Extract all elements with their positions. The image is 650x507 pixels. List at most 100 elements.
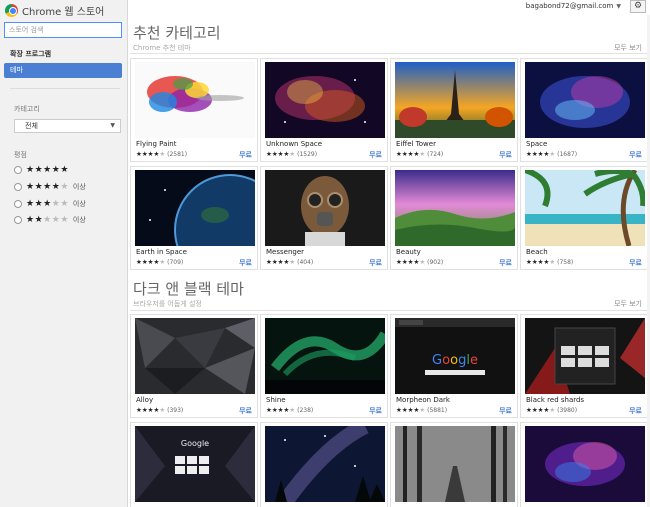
theme-name[interactable]: Alloy (136, 396, 153, 404)
search-input[interactable] (4, 22, 122, 38)
star-rating-icon: ★★★★★ (396, 150, 426, 158)
theme-thumbnail[interactable] (265, 170, 385, 246)
price-label[interactable]: 무료 (369, 406, 382, 416)
theme-thumbnail[interactable] (135, 170, 255, 246)
theme-name[interactable]: Messenger (266, 248, 304, 256)
theme-name[interactable]: Earth in Space (136, 248, 187, 256)
price-label[interactable]: 무료 (239, 150, 252, 160)
theme-rating: ★★★★★ (238) (266, 407, 313, 415)
rating-count: (404) (297, 259, 314, 266)
rating-label: 평점 (14, 151, 27, 159)
price-label[interactable]: 무료 (239, 406, 252, 416)
account-menu[interactable]: bagabond72@gmail.com ▼ (526, 2, 621, 10)
nav-item-extensions[interactable]: 확장 프로그램 (4, 47, 122, 62)
theme-card[interactable]: Google (130, 422, 258, 507)
rating-count: (1529) (297, 151, 318, 158)
theme-card[interactable] (520, 422, 648, 507)
theme-rating: ★★★★★ (709) (136, 258, 183, 267)
theme-thumbnail[interactable] (135, 62, 255, 138)
theme-name[interactable]: Beach (526, 248, 548, 256)
price-label[interactable]: 무료 (369, 258, 382, 268)
theme-rating: ★★★★★ (393) (136, 407, 184, 415)
price-label[interactable]: 무료 (629, 150, 642, 160)
chrome-logo-icon (5, 3, 18, 17)
theme-name[interactable]: Flying Paint (136, 140, 177, 148)
theme-rating: ★★★★★ (3980) (526, 407, 577, 415)
theme-card[interactable]: Black red shards ★★★★★ (3980) 무료 (520, 314, 648, 418)
star-rating-icon: ★★★★★ (266, 150, 296, 158)
theme-thumbnail[interactable]: Google (395, 318, 515, 394)
price-label[interactable]: 무료 (239, 258, 252, 268)
theme-card[interactable]: Messenger ★★★★★ (404) 무료 (260, 166, 388, 270)
rating-filter-option[interactable]: ★★★★★ 이상 (14, 181, 86, 193)
theme-rating: ★★★★★ (404) (266, 259, 314, 267)
theme-thumbnail[interactable] (265, 426, 385, 502)
theme-card[interactable]: Eiffel Tower ★★★★★ (724) 무료 (390, 58, 518, 162)
theme-name[interactable]: Eiffel Tower (396, 140, 436, 148)
theme-card[interactable] (390, 422, 518, 507)
category-label: 카테고리 (14, 105, 40, 113)
theme-thumbnail[interactable] (135, 318, 255, 394)
theme-name[interactable]: Beauty (396, 248, 421, 256)
star-rating-icon: ★★★★★ (136, 258, 166, 266)
rating-filter-option[interactable]: ★★★★★ (14, 164, 73, 176)
theme-card[interactable]: Flying Paint ★★★★★ (2581) 무료 (130, 58, 258, 162)
account-email: bagabond72@gmail.com (525, 2, 614, 10)
theme-card[interactable]: Shine ★★★★★ (238) 무료 (260, 314, 388, 418)
theme-card[interactable]: Earth in Space ★★★★★ (709) 무료 (130, 166, 258, 270)
theme-thumbnail[interactable] (265, 318, 385, 394)
theme-rating: ★★★★★ (1687) (526, 150, 578, 159)
radio-button[interactable] (14, 200, 22, 208)
price-label[interactable]: 무료 (499, 150, 512, 160)
theme-card[interactable]: Unknown Space ★★★★★ (1529) 무료 (260, 58, 388, 162)
theme-thumbnail[interactable] (395, 170, 515, 246)
theme-card[interactable]: Alloy ★★★★★ (393) 무료 (130, 314, 258, 418)
radio-button[interactable] (14, 166, 22, 174)
theme-card[interactable]: Google Morpheon Dark ★★★★★ (5881) 무료 (390, 314, 518, 418)
star-rating-icon: ★★★★★ (26, 165, 69, 175)
theme-thumbnail[interactable] (525, 426, 645, 502)
price-label[interactable]: 무료 (369, 150, 382, 160)
theme-name[interactable]: Unknown Space (266, 140, 322, 148)
theme-thumbnail[interactable]: Google (135, 426, 255, 502)
chevron-down-icon: ▼ (110, 122, 115, 129)
theme-name[interactable]: Morpheon Dark (396, 396, 450, 404)
view-all-link[interactable]: 모두 보기 (614, 43, 642, 53)
theme-thumbnail[interactable] (525, 318, 645, 394)
theme-card[interactable]: Beach ★★★★★ (758) 무료 (520, 166, 648, 270)
star-rating-icon: ★★★★★ (526, 150, 556, 158)
svg-text:Google: Google (432, 353, 478, 368)
nav-item-themes[interactable]: 테마 (4, 63, 122, 78)
theme-thumbnail[interactable] (525, 170, 645, 246)
theme-name[interactable]: Black red shards (526, 396, 584, 404)
section-title: 추천 카테고리 (133, 24, 221, 42)
radio-button[interactable] (14, 183, 22, 191)
rating-filter-option[interactable]: ★★★★★ 이상 (14, 198, 86, 210)
theme-thumbnail[interactable] (395, 426, 515, 502)
theme-thumbnail[interactable] (265, 62, 385, 138)
section-divider (130, 310, 648, 311)
star-rating-icon: ★★★★★ (136, 150, 166, 158)
theme-thumbnail[interactable] (395, 62, 515, 138)
section-subtitle: Chrome 추천 테마 (133, 44, 191, 52)
rating-count: (393) (167, 407, 184, 414)
rating-count: (1687) (557, 151, 578, 158)
radio-button[interactable] (14, 216, 22, 224)
category-dropdown[interactable]: 전체 ▼ (14, 119, 121, 133)
price-label[interactable]: 무료 (499, 258, 512, 268)
theme-thumbnail[interactable] (525, 62, 645, 138)
theme-card[interactable] (260, 422, 388, 507)
price-label[interactable]: 무료 (629, 258, 642, 268)
rating-filter-option[interactable]: ★★★★★ 이상 (14, 214, 86, 226)
store-logo[interactable]: Chrome 웹 스토어 (5, 3, 104, 18)
theme-name[interactable]: Space (526, 140, 547, 148)
settings-button[interactable]: ⚙ (630, 0, 646, 13)
price-label[interactable]: 무료 (629, 406, 642, 416)
theme-card[interactable]: Space ★★★★★ (1687) 무료 (520, 58, 648, 162)
view-all-link[interactable]: 모두 보기 (614, 299, 642, 309)
star-rating-icon: ★★★★★ (526, 258, 556, 266)
price-label[interactable]: 무료 (499, 406, 512, 416)
theme-name[interactable]: Shine (266, 396, 286, 404)
theme-card[interactable]: Beauty ★★★★★ (902) 무료 (390, 166, 518, 270)
theme-rating: ★★★★★ (724) (396, 150, 443, 159)
